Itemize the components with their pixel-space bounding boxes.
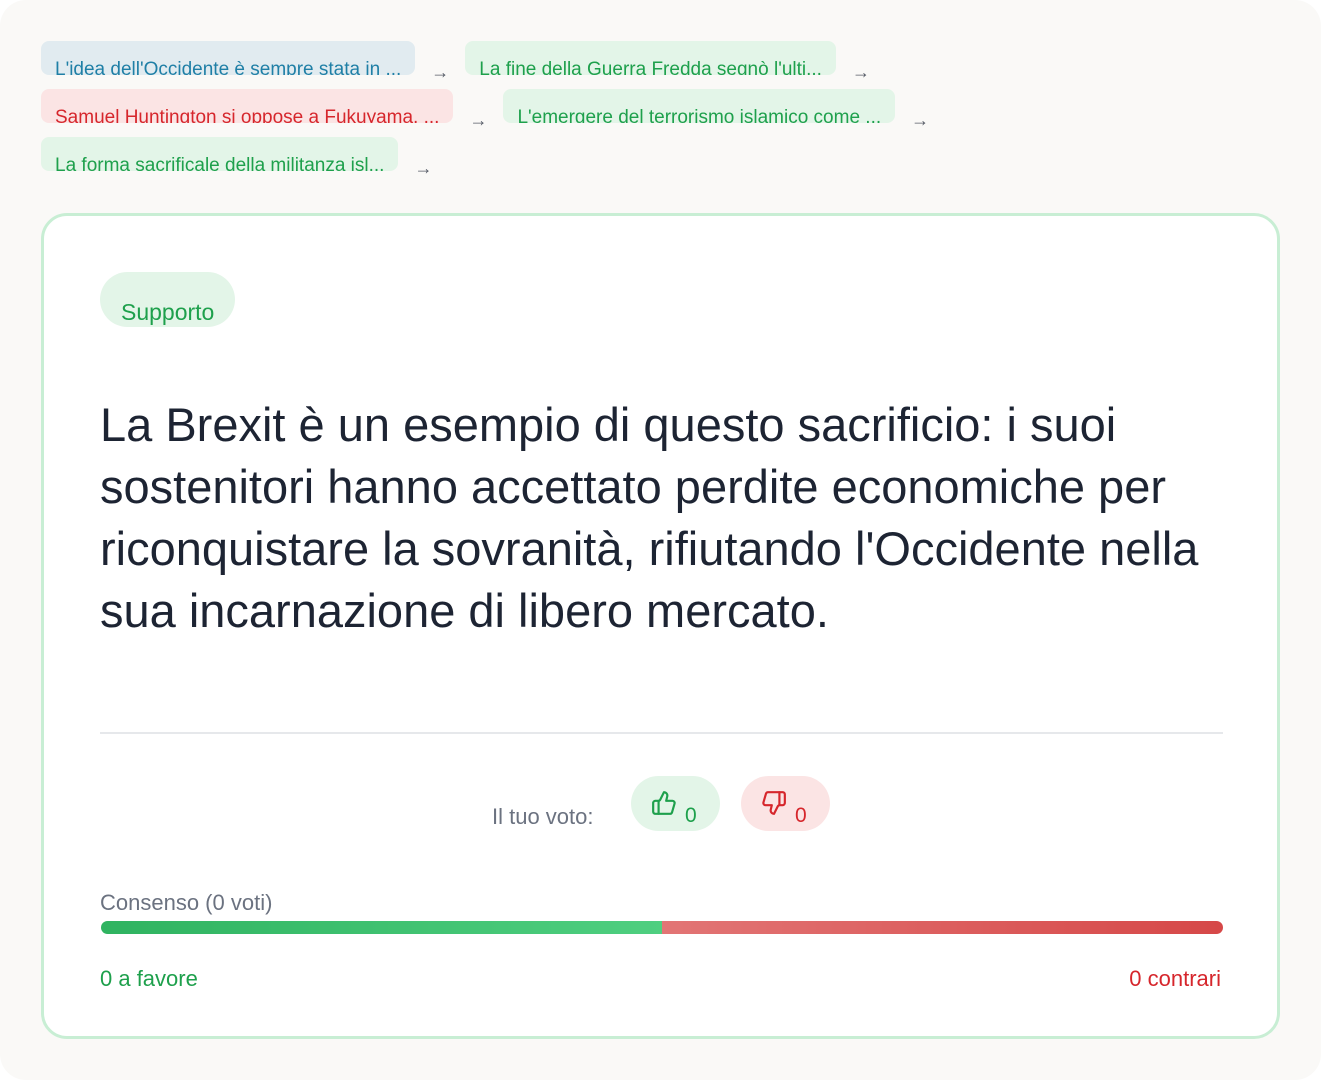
- upvote-button[interactable]: 0: [631, 776, 720, 831]
- breadcrumb-item: La forma sacrificale della militanza isl…: [41, 137, 448, 185]
- breadcrumb-link-3[interactable]: Samuel Huntington si oppose a Fukuyama, …: [41, 89, 454, 123]
- against-count: 0 contrari: [1129, 966, 1221, 991]
- argument-card: Supporto La Brexit è un esempio di quest…: [41, 213, 1280, 1039]
- breadcrumb-item: L'idea dell'Occidente è sempre stata in …: [41, 41, 465, 89]
- claim-text: La Brexit è un esempio di questo sacrifi…: [100, 398, 1199, 637]
- arrow-right-icon: →: [469, 110, 488, 130]
- breadcrumb-link-4[interactable]: L'emergere del terrorismo islamico come …: [503, 89, 896, 123]
- vote-label: Il tuo voto:: [492, 804, 594, 829]
- breadcrumb-item: L'emergere del terrorismo islamico come …: [503, 89, 945, 137]
- breadcrumb-item: Samuel Huntington si oppose a Fukuyama, …: [41, 89, 503, 137]
- consensus-bar-against: [662, 921, 1223, 934]
- thumbs-up-icon: [652, 791, 676, 815]
- consensus-label: Consenso (0 voti): [100, 890, 273, 915]
- consensus-bar: [101, 921, 1223, 934]
- divider: [100, 732, 1223, 734]
- favor-count: 0 a favore: [100, 966, 198, 991]
- breadcrumb-link-5[interactable]: La forma sacrificale della militanza isl…: [41, 137, 399, 171]
- downvote-count: 0: [795, 804, 807, 827]
- downvote-button[interactable]: 0: [741, 776, 830, 831]
- upvote-count: 0: [685, 804, 697, 827]
- arrow-right-icon: →: [414, 158, 433, 178]
- breadcrumb-link-2[interactable]: La fine della Guerra Fredda segnò l'ulti…: [465, 41, 836, 75]
- breadcrumb-item: La fine della Guerra Fredda segnò l'ulti…: [465, 41, 886, 89]
- support-badge: Supporto: [100, 272, 236, 327]
- breadcrumb-link-1[interactable]: L'idea dell'Occidente è sempre stata in …: [41, 41, 416, 75]
- consensus-bar-favor: [101, 921, 662, 934]
- breadcrumb: L'idea dell'Occidente è sempre stata in …: [41, 41, 1041, 185]
- arrow-right-icon: →: [911, 110, 930, 130]
- page: L'idea dell'Occidente è sempre stata in …: [0, 0, 1321, 1080]
- thumbs-down-icon: [762, 791, 786, 815]
